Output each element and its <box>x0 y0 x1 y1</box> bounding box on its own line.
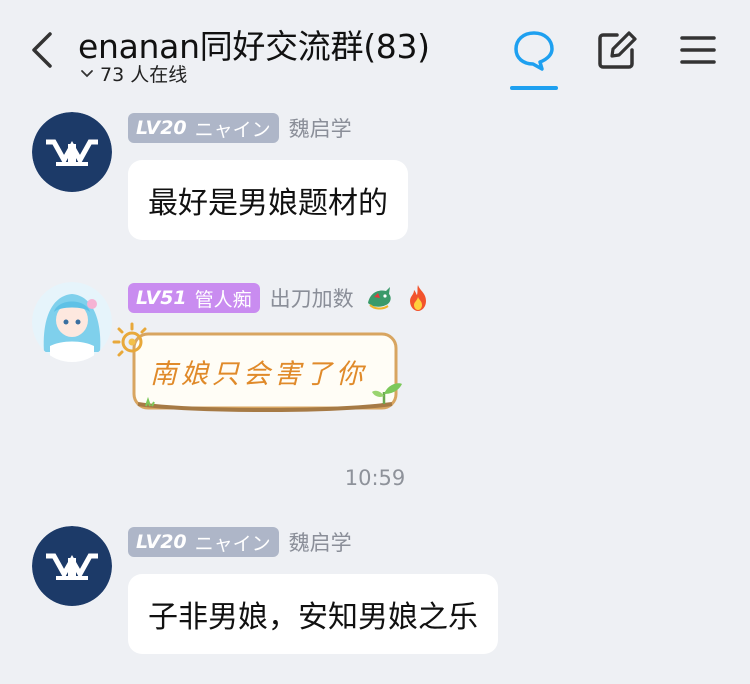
level-label: LV51 <box>136 287 187 309</box>
back-icon <box>32 32 52 68</box>
sender-name[interactable]: 魏启学 <box>289 113 352 143</box>
edit-button[interactable] <box>595 28 639 72</box>
menu-button[interactable] <box>676 28 720 72</box>
message-bubble[interactable]: 子非男娘，安知男娘之乐 <box>128 574 498 654</box>
member-title: ニャイン <box>194 118 271 141</box>
chat-header: enanan同好交流群(83) 73 人在线 <box>0 0 750 100</box>
edit-icon <box>598 31 637 69</box>
chat-bubble-icon <box>514 31 554 71</box>
message-meta: LV20 ニャイン 魏启学 <box>128 527 352 557</box>
level-label: LV20 <box>136 117 187 139</box>
dragon-icon <box>367 287 391 310</box>
message-text: 最好是男娘题材的 <box>148 186 388 221</box>
sticker-message[interactable]: 南娘只会害了你 <box>112 318 408 418</box>
level-label: LV20 <box>136 531 187 553</box>
chevron-down-icon <box>81 69 93 77</box>
member-title: 管人痴 <box>194 288 252 311</box>
message-text: 子非男娘，安知男娘之乐 <box>148 600 478 635</box>
online-members-toggle[interactable]: 73 人在线 <box>80 60 187 87</box>
avatar-chudaojiashu[interactable] <box>32 282 112 362</box>
active-tab-indicator <box>510 86 558 90</box>
avatar-weiqixue[interactable] <box>32 112 112 192</box>
menu-icon <box>680 36 716 64</box>
member-badge: LV20 ニャイン <box>128 527 279 557</box>
message-meta: LV20 ニャイン 魏启学 <box>128 113 352 143</box>
online-count: 73 人在线 <box>100 64 188 86</box>
anime-avatar-icon <box>32 282 112 362</box>
chat-screen: enanan同好交流群(83) 73 人在线 LV20 ニャイン 魏启学 最好是… <box>0 0 750 684</box>
message-meta: LV51 管人痴 出刀加数 <box>128 283 432 313</box>
logo-avatar-icon <box>32 112 112 192</box>
chat-tab-button[interactable] <box>512 28 556 72</box>
member-title: ニャイン <box>194 532 271 555</box>
sender-name[interactable]: 魏启学 <box>289 527 352 557</box>
fire-icon <box>409 285 426 311</box>
message-timestamp: 10:59 <box>344 466 406 490</box>
member-badge: LV51 管人痴 <box>128 283 260 313</box>
member-badge: LV20 ニャイン <box>128 113 279 143</box>
sticker-text: 南娘只会害了你 <box>150 359 367 390</box>
avatar-weiqixue[interactable] <box>32 526 112 606</box>
logo-avatar-icon <box>32 526 112 606</box>
sender-name[interactable]: 出刀加数 <box>270 283 354 313</box>
back-button[interactable] <box>24 28 60 72</box>
message-bubble[interactable]: 最好是男娘题材的 <box>128 160 408 240</box>
